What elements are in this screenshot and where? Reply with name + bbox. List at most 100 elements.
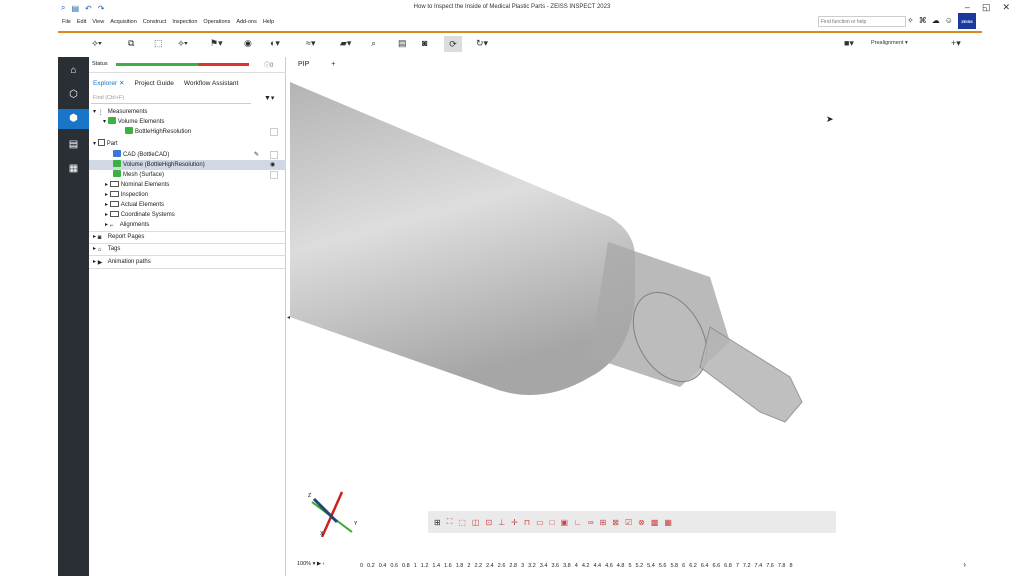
line-icon[interactable]: ⊓ — [524, 518, 530, 527]
refresh-icon[interactable]: ⟳ — [444, 36, 462, 52]
point-icon[interactable]: ⊥ — [498, 518, 505, 527]
split-icon[interactable]: ◫ — [472, 518, 480, 527]
measurements-icon: ⋮ — [97, 110, 104, 116]
tree-item-cad[interactable]: CAD (BottleCAD) ✎ — [89, 150, 286, 160]
timeline-tick-label: 0.4 — [378, 563, 387, 569]
report-icon[interactable]: ▤ — [58, 135, 89, 155]
plane-icon[interactable]: ▭ — [536, 518, 544, 527]
add-icon[interactable]: +▾ — [951, 38, 961, 49]
cube-icon[interactable]: ⬡ — [58, 85, 89, 105]
menu-item[interactable]: Acquisition — [110, 19, 137, 25]
angle-icon[interactable]: ∟ — [574, 518, 582, 527]
find-function-input[interactable]: Find function or help — [818, 16, 906, 27]
save-icon[interactable]: ▤ — [71, 4, 79, 13]
square-icon[interactable]: □ — [550, 518, 555, 527]
workspace-icon[interactable]: ⬢ — [58, 109, 89, 129]
timeline-next-icon[interactable]: › — [963, 560, 966, 569]
pin-icon[interactable]: ✧ — [907, 16, 914, 25]
color-icon[interactable]: ▩ — [651, 518, 659, 527]
tree-label: Mesh (Surface) — [123, 172, 165, 178]
timeline-ticks[interactable]: 0 0.2 0.4 0.6 0.8 1 1.2 1.4 1.6 1.8 2 2.2 2.4 2.6 2.8 3… — [360, 563, 960, 569]
tree-item-volume-elements[interactable]: ▾ Volume Elements — [89, 117, 286, 127]
zoom-select[interactable]: 100% ▾ ▶ ‹ — [297, 561, 324, 567]
box-icon[interactable]: ▣ — [560, 518, 568, 527]
cross-icon[interactable]: ✛ — [511, 518, 518, 527]
frame-icon[interactable]: ⊡ — [485, 518, 492, 527]
grid-select-icon[interactable]: ⊞ — [600, 518, 607, 527]
menu-item[interactable]: View — [92, 19, 104, 25]
tree-item-report-pages[interactable]: ▸ ◙ Report Pages — [89, 232, 286, 242]
volume-icon[interactable]: ⬚ — [154, 38, 163, 49]
check-icon[interactable]: ☑ — [625, 518, 632, 527]
delete-icon[interactable]: ⊗ — [638, 518, 645, 527]
network-icon[interactable]: ⌘ — [919, 16, 927, 25]
tab-workflow-assistant[interactable]: Workflow Assistant — [184, 80, 238, 87]
tree-item-animation-paths[interactable]: ▸ ▶ Animation paths — [89, 257, 286, 267]
tree-item-bottlehighresolution[interactable]: BottleHighResolution — [89, 127, 286, 137]
timeline-tick-label: 6 — [682, 563, 686, 569]
section-icon[interactable]: ◐▾ — [270, 38, 280, 49]
filter-icon[interactable]: ▼▾ — [264, 94, 274, 102]
qr-icon[interactable]: ▦ — [664, 518, 672, 527]
mouse-cursor-icon: ➤ — [826, 114, 834, 124]
menu-item[interactable]: Add-ons — [236, 19, 257, 25]
camera-icon: ◙ — [97, 235, 102, 241]
tag-icon: ⌂ — [97, 247, 102, 253]
tree-item-tags[interactable]: ▸ ⌂ Tags — [89, 244, 286, 254]
visibility-checkbox[interactable] — [270, 151, 278, 159]
visibility-checkbox[interactable] — [270, 171, 278, 179]
search-icon[interactable]: ⌕ — [61, 3, 65, 13]
home-icon[interactable]: ⌂ — [58, 61, 89, 81]
cross-select-icon[interactable]: ⊠ — [612, 518, 619, 527]
menu-item[interactable]: Operations — [203, 19, 230, 25]
maximize-icon[interactable]: ◱ — [982, 2, 991, 13]
tree-item-actual-elements[interactable]: ▸ Actual Elements — [89, 200, 286, 210]
tree-item-alignments[interactable]: ▸ ⌐ Alignments — [89, 220, 286, 230]
menu-item[interactable]: Help — [263, 19, 274, 25]
explorer-find-input[interactable]: Find (Ctrl+F) — [91, 93, 251, 104]
tab-project-guide[interactable]: Project Guide — [134, 80, 173, 87]
fit-icon[interactable]: ⛶ — [447, 517, 453, 527]
redo-icon[interactable]: ↷ — [98, 4, 105, 13]
tree-item-inspection[interactable]: ▸ Inspection — [89, 190, 286, 200]
color-square-icon[interactable]: ■▾ — [844, 38, 854, 49]
snapshot-icon[interactable]: ▤ — [398, 38, 407, 49]
menu-item[interactable]: Inspection — [172, 19, 197, 25]
select-icon[interactable]: ⬚ — [458, 518, 466, 527]
tab-explorer[interactable]: Explorer ✕ — [93, 79, 124, 87]
flag-icon[interactable]: ⚑▾ — [210, 38, 223, 49]
close-icon[interactable]: ✕ — [1002, 2, 1010, 13]
comment-icon[interactable]: ▰▾ — [340, 38, 351, 49]
eye-icon[interactable]: ◉ — [244, 38, 252, 49]
menu-item[interactable]: Construct — [143, 19, 167, 25]
curve-icon[interactable]: ≈▾ — [306, 38, 315, 49]
camera-icon[interactable]: ◙ — [422, 38, 427, 48]
recalc-icon[interactable]: ↻▾ — [476, 38, 488, 49]
tree-item-measurements[interactable]: ▾ ⋮ Measurements — [89, 107, 286, 117]
tree-item-part[interactable]: ▾ Part — [89, 139, 286, 149]
grid-view-icon[interactable]: ⊞ — [434, 518, 441, 527]
tree-item-coordinate-systems[interactable]: ▸ Coordinate Systems — [89, 210, 286, 220]
bottle-body — [290, 82, 635, 395]
eye-icon[interactable]: ◉ — [270, 160, 275, 170]
zoom-icon[interactable]: ⌕ — [371, 38, 376, 49]
cad-icon[interactable]: ⟡▾ — [178, 38, 188, 49]
tree-item-nominal-elements[interactable]: ▸ Nominal Elements — [89, 180, 286, 190]
measure-icon[interactable]: ⟡▾ — [92, 38, 102, 49]
tree-item-mesh[interactable]: Mesh (Surface) — [89, 170, 286, 180]
3d-viewport[interactable]: PIP + Y Z X ⊞ ⛶ ⬚ ◫ ⊡ ⊥ ✛ ⊓ ▭ □ ▣ ∟ ∞ ⊞ … — [290, 57, 980, 576]
link-icon[interactable]: ∞ — [588, 518, 594, 527]
grid-icon[interactable]: ▦ — [58, 159, 89, 179]
prealignment-select[interactable]: Prealignment ▾ — [871, 40, 908, 46]
undo-icon[interactable]: ↶ — [85, 4, 92, 13]
tree-item-volume[interactable]: Volume (BottleHighResolution) ◉ — [89, 160, 286, 170]
menu-item[interactable]: Edit — [77, 19, 86, 25]
user-icon[interactable]: ☺ — [945, 16, 953, 25]
cloud-icon[interactable]: ☁ — [932, 16, 940, 25]
minimize-icon[interactable]: – — [965, 2, 970, 13]
menu-item[interactable]: File — [62, 19, 71, 25]
timeline-tick-label: 7.4 — [754, 563, 763, 569]
visibility-checkbox[interactable] — [270, 128, 278, 136]
pencil-icon[interactable]: ✎ — [254, 150, 259, 160]
layers-icon[interactable]: ⧉ — [128, 38, 134, 49]
